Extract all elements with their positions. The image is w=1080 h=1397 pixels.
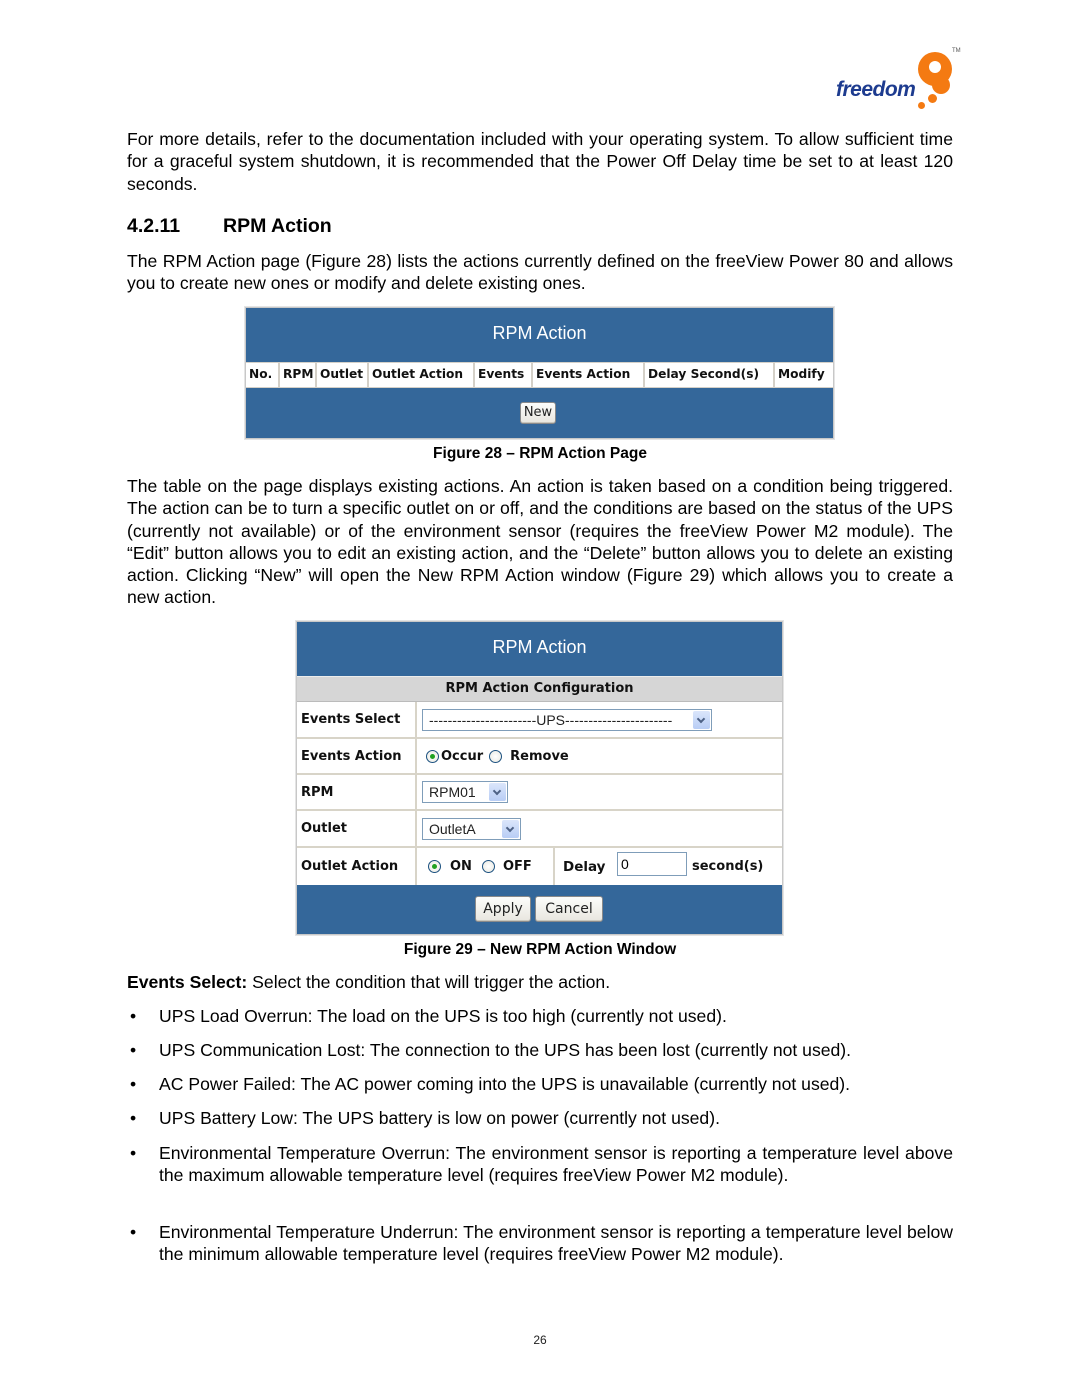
section-title: RPM Action — [223, 215, 332, 237]
delay-seconds-input[interactable] — [617, 852, 687, 876]
rpm-cell: RPM01 — [419, 775, 782, 809]
events-select-description: Events Select: Select the condition that… — [127, 971, 953, 993]
column-header-outlet-action: Outlet Action — [369, 363, 475, 387]
new-button[interactable]: New — [520, 402, 556, 424]
column-header-events-action: Events Action — [533, 363, 645, 387]
panel-title: RPM Action — [492, 323, 587, 343]
outlet-value: OutletA — [429, 820, 476, 837]
freedom9-logo: freedom TM — [832, 48, 961, 114]
chevron-down-icon[interactable] — [693, 710, 710, 729]
section-number: 4.2.11 — [127, 215, 181, 237]
section-heading: 4.2.11 RPM Action — [127, 215, 332, 238]
bullet-icon: • — [130, 1074, 137, 1094]
bullet-icon: • — [130, 1006, 137, 1026]
panel-title: RPM Action — [492, 637, 587, 657]
bullet-text: Environmental Temperature Underrun: The … — [159, 1222, 953, 1265]
bullet-text: UPS Load Overrun: The load on the UPS is… — [159, 1006, 727, 1026]
events-select-dropdown[interactable]: -----------------------UPS--------------… — [422, 708, 712, 731]
bullet-text: UPS Communication Lost: The connection t… — [159, 1040, 852, 1060]
logo-trademark: TM — [952, 48, 961, 54]
bullet-item: • UPS Load Overrun: The load on the UPS … — [127, 1005, 953, 1027]
rpm-row: RPM RPM01 — [297, 775, 782, 811]
logo-dot — [918, 102, 925, 109]
bullet-text: UPS Battery Low: The UPS battery is low … — [159, 1108, 720, 1128]
cancel-button[interactable]: Cancel — [535, 896, 603, 922]
column-header-rpm: RPM — [280, 363, 317, 387]
outlet-action-label: Outlet Action — [297, 848, 417, 885]
bullet-icon: • — [130, 1108, 137, 1128]
remove-radio[interactable] — [489, 749, 503, 763]
off-radio-label: OFF — [502, 859, 532, 874]
logo-wordmark: freedom — [836, 78, 916, 101]
bullet-text: AC Power Failed: The AC power coming int… — [159, 1074, 851, 1094]
bullet-icon: • — [130, 1143, 137, 1163]
outlet-action-cell: ON OFF Delay second(s) — [419, 848, 782, 885]
logo-nine-tail — [932, 76, 950, 94]
intro-paragraph: For more details, refer to the documenta… — [127, 129, 953, 194]
on-radio[interactable] — [428, 860, 441, 873]
rpm-action-table-header: No. RPM Outlet Outlet Action Events Even… — [246, 362, 833, 388]
outlet-dropdown[interactable]: OutletA — [422, 817, 521, 840]
page-number: 26 — [533, 1333, 547, 1347]
rpm-action-page-screenshot: RPM Action No. RPM Outlet Outlet Action … — [245, 307, 834, 439]
new-rpm-action-window-screenshot: RPM Action RPM Action Configuration Even… — [296, 621, 783, 935]
events-action-row: Events Action Occur Remove — [297, 739, 782, 775]
column-header-delay-seconds: Delay Second(s) — [645, 363, 775, 387]
chevron-down-icon[interactable] — [489, 783, 506, 801]
figure-29-caption: Figure 29 – New RPM Action Window — [403, 941, 677, 958]
bullet-item: • AC Power Failed: The AC power coming i… — [127, 1073, 953, 1095]
apply-button[interactable]: Apply — [475, 896, 531, 922]
outlet-label: Outlet — [297, 811, 417, 846]
bullet-text: Environmental Temperature Overrun: The e… — [159, 1143, 953, 1186]
column-header-no: No. — [246, 363, 280, 387]
rpm-label: RPM — [297, 775, 417, 809]
bullet-item: • UPS Communication Lost: The connection… — [127, 1039, 953, 1061]
chevron-down-icon[interactable] — [502, 819, 519, 838]
outlet-cell: OutletA — [419, 811, 782, 846]
rpm-value: RPM01 — [429, 784, 476, 800]
bullet-item: • Environmental Temperature Underrun: Th… — [127, 1221, 953, 1266]
events-select-cell: -----------------------UPS--------------… — [419, 702, 782, 737]
events-select-row: Events Select -----------------------UPS… — [297, 702, 782, 739]
outlet-row: Outlet OutletA — [297, 811, 782, 848]
cell-divider — [553, 848, 555, 885]
column-header-events: Events — [475, 363, 533, 387]
on-radio-label: ON — [450, 859, 472, 874]
rpm-dropdown[interactable]: RPM01 — [422, 781, 508, 803]
delay-label: Delay — [563, 859, 606, 875]
events-action-cell: Occur Remove — [419, 739, 782, 773]
bullet-icon: • — [130, 1040, 137, 1060]
bullet-item: • Environmental Temperature Overrun: The… — [127, 1142, 953, 1187]
occur-radio-label: Occur — [441, 748, 484, 764]
bullet-item: • UPS Battery Low: The UPS battery is lo… — [127, 1107, 953, 1129]
events-select-value: -----------------------UPS--------------… — [429, 711, 673, 728]
logo-dot — [928, 94, 937, 103]
figure-28-caption: Figure 28 – RPM Action Page — [433, 445, 647, 462]
events-select-text: Select the condition that will trigger t… — [247, 972, 611, 992]
remove-radio-label: Remove — [510, 748, 569, 764]
column-header-outlet: Outlet — [317, 363, 369, 387]
delay-unit-label: second(s) — [692, 859, 764, 874]
off-radio[interactable] — [481, 860, 495, 873]
bullet-icon: • — [130, 1222, 137, 1242]
events-select-term: Events Select: — [127, 972, 248, 992]
section-paragraph: The RPM Action page (Figure 28) lists th… — [127, 251, 953, 294]
table-paragraph: The table on the page displays existing … — [127, 476, 953, 608]
outlet-action-row: Outlet Action ON OFF Delay second(s) — [297, 848, 782, 885]
column-header-modify: Modify — [778, 367, 825, 381]
occur-radio[interactable] — [426, 749, 439, 763]
events-action-label: Events Action — [297, 739, 417, 773]
config-section-header: RPM Action Configuration — [297, 676, 782, 702]
events-select-label: Events Select — [297, 702, 417, 737]
